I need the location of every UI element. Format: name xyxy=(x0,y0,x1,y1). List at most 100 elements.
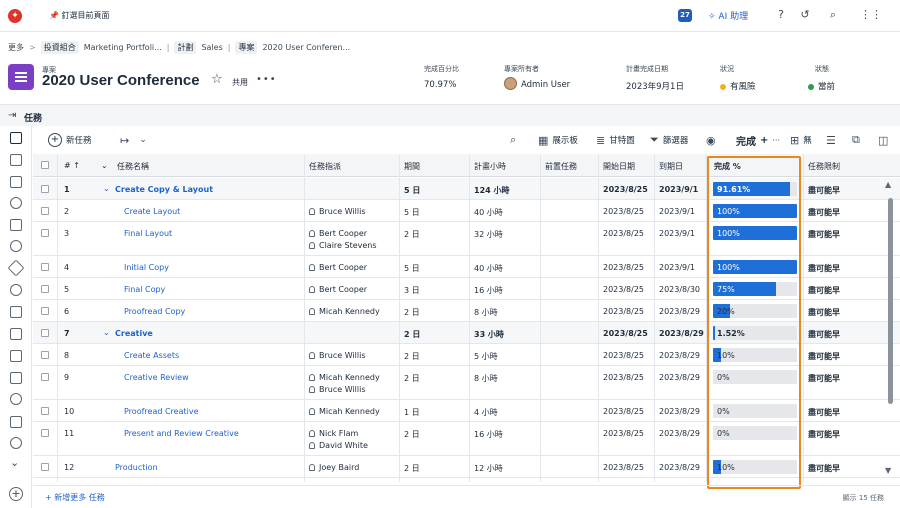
row-checkbox[interactable] xyxy=(41,329,49,337)
assignee[interactable]: Nick Flam xyxy=(309,429,358,438)
percent-complete-bar[interactable]: 0% xyxy=(713,370,797,384)
chevron-down-icon[interactable]: ⌄ xyxy=(10,456,19,469)
assignee[interactable]: Micah Kennedy xyxy=(309,407,380,416)
chevron-down-icon[interactable]: ⌄ xyxy=(101,161,108,170)
constraint-cell[interactable]: 盡可能早 xyxy=(808,429,840,440)
task-name-link[interactable]: Proofread Creative xyxy=(124,407,199,416)
complete-button[interactable]: 完成 + ··· xyxy=(736,131,780,149)
planned-hours-cell[interactable]: 5 小時 xyxy=(474,351,498,362)
assignee[interactable]: David White xyxy=(309,441,368,450)
due-date-cell[interactable]: 2023/8/29 xyxy=(659,463,700,472)
constraint-cell[interactable]: 盡可能早 xyxy=(808,329,840,340)
table-row[interactable]: 3 Final Layout Bert Cooper Claire Stevens 2 … xyxy=(33,222,900,256)
start-date-cell[interactable]: 2023/8/25 xyxy=(603,463,644,472)
constraint-cell[interactable]: 盡可能早 xyxy=(808,229,840,240)
grouping-button[interactable]: ⊞ 無 xyxy=(790,131,812,149)
table-row[interactable]: 2 Create Layout Bruce Willis 5 日 40 小時 2023/8… xyxy=(33,200,900,222)
table-row[interactable]: 5 Final Copy Bert Cooper 3 日 16 小時 2023/8/25 2… xyxy=(33,278,900,300)
duration-cell[interactable]: 2 日 xyxy=(404,429,420,440)
scrollbar-thumb[interactable] xyxy=(888,198,893,404)
task-name-link[interactable]: Proofread Copy xyxy=(124,307,185,316)
assignee[interactable]: Micah Kennedy xyxy=(309,307,380,316)
documents-nav-icon[interactable] xyxy=(10,219,22,231)
app-logo-icon[interactable]: ✦ xyxy=(8,9,22,23)
table-row[interactable]: 9 Creative Review Micah Kennedy Bruce Willi… xyxy=(33,366,900,400)
tasks-nav-icon[interactable] xyxy=(10,132,22,144)
start-date-cell[interactable]: 2023/8/25 xyxy=(603,329,648,338)
due-date-cell[interactable]: 2023/8/29 xyxy=(659,351,700,360)
add-more-tasks-link[interactable]: + 新增更多 任務 xyxy=(45,492,105,503)
duration-cell[interactable]: 2 日 xyxy=(404,351,420,362)
export-button[interactable]: ⧉ xyxy=(852,131,860,149)
visibility-button[interactable]: ◉ xyxy=(706,131,716,149)
more-options-icon[interactable]: ••• xyxy=(256,74,277,85)
panel-toggle-button[interactable]: ◫ xyxy=(878,131,888,149)
duration-cell[interactable]: 3 日 xyxy=(404,285,420,296)
task-name-link[interactable]: Create Layout xyxy=(124,207,180,216)
assignee[interactable]: Micah Kennedy xyxy=(309,373,380,382)
start-date-cell[interactable]: 2023/8/25 xyxy=(603,407,644,416)
table-row[interactable]: 11 Present and Review Creative Nick Flam Da… xyxy=(33,422,900,456)
help-icon[interactable]: ? xyxy=(774,8,788,22)
time-nav-icon[interactable] xyxy=(10,393,22,405)
constraint-cell[interactable]: 盡可能早 xyxy=(808,351,840,362)
issues-nav-icon[interactable] xyxy=(10,176,22,188)
table-row-parent[interactable]: 1 ⌄ Create Copy & Layout 5 日 124 小時 2023/8/25… xyxy=(33,178,900,200)
breadcrumb-link-project[interactable]: 2020 User Conferen... xyxy=(262,43,350,52)
due-date-cell[interactable]: 2023/8/29 xyxy=(659,373,700,382)
constraint-cell[interactable]: 盡可能早 xyxy=(808,463,840,474)
due-date-cell[interactable]: 2023/8/29 xyxy=(659,407,700,416)
column-num[interactable]: # ↑ xyxy=(64,161,80,170)
constraint-cell[interactable]: 盡可能早 xyxy=(808,407,840,418)
percent-complete-bar[interactable]: 0% xyxy=(713,404,797,418)
percent-complete-bar[interactable]: 100% xyxy=(713,204,797,218)
constraint-cell[interactable]: 盡可能早 xyxy=(808,373,840,384)
start-date-cell[interactable]: 2023/8/25 xyxy=(603,285,644,294)
percent-complete-bar[interactable]: 10% xyxy=(713,460,797,474)
task-name-link[interactable]: Creative Review xyxy=(124,373,189,382)
due-date-cell[interactable]: 2023/9/1 xyxy=(659,185,698,194)
reports-nav-icon[interactable] xyxy=(10,328,22,340)
row-checkbox[interactable] xyxy=(41,463,49,471)
assignee[interactable]: Bert Cooper xyxy=(309,229,367,238)
row-checkbox[interactable] xyxy=(41,263,49,271)
planned-hours-cell[interactable]: 124 小時 xyxy=(474,185,509,196)
gantt-button[interactable]: ≣ 甘特圖 xyxy=(596,131,635,149)
scroll-up-icon[interactable]: ▲ xyxy=(885,180,891,189)
planned-hours-cell[interactable]: 8 小時 xyxy=(474,307,498,318)
history-icon[interactable]: ↺ xyxy=(798,8,812,22)
percent-complete-bar[interactable]: 10% xyxy=(713,348,797,362)
people-nav-icon[interactable] xyxy=(10,437,22,449)
task-name-link[interactable]: Create Copy & Layout xyxy=(115,185,213,194)
assignee[interactable]: Bert Cooper xyxy=(309,285,367,294)
filter-button[interactable]: ⏷ 篩選器 xyxy=(650,131,688,149)
calendar-nav-icon[interactable] xyxy=(10,416,22,428)
planned-hours-cell[interactable]: 33 小時 xyxy=(474,329,504,340)
planned-hours-cell[interactable]: 12 小時 xyxy=(474,463,503,474)
row-checkbox[interactable] xyxy=(41,373,49,381)
notes-nav-icon[interactable] xyxy=(10,350,22,362)
duration-cell[interactable]: 5 日 xyxy=(404,263,420,274)
favorite-star-icon[interactable]: ☆ xyxy=(211,72,223,87)
share-button[interactable]: 共用 xyxy=(232,77,248,88)
planned-hours-cell[interactable]: 32 小時 xyxy=(474,229,503,240)
task-name-link[interactable]: Production xyxy=(115,463,158,472)
proofs-nav-icon[interactable] xyxy=(10,306,22,318)
duration-cell[interactable]: 2 日 xyxy=(404,373,420,384)
duration-cell[interactable]: 5 日 xyxy=(404,207,420,218)
due-date-cell[interactable]: 2023/8/30 xyxy=(659,285,700,294)
column-name[interactable]: 任務名稱 xyxy=(117,161,149,172)
risk-nav-icon[interactable] xyxy=(7,259,25,277)
assignee[interactable]: Joey Baird xyxy=(309,463,359,472)
page-title[interactable]: 2020 User Conference xyxy=(42,72,200,89)
start-date-cell[interactable]: 2023/8/25 xyxy=(603,429,644,438)
due-date-cell[interactable]: 2023/8/29 xyxy=(659,329,704,338)
task-name-link[interactable]: Creative xyxy=(115,329,153,338)
assignee[interactable]: Bruce Willis xyxy=(309,207,366,216)
task-name-link[interactable]: Final Layout xyxy=(124,229,172,238)
constraint-cell[interactable]: 盡可能早 xyxy=(808,307,840,318)
due-date-cell[interactable]: 2023/9/1 xyxy=(659,207,695,216)
row-checkbox[interactable] xyxy=(41,285,49,293)
duration-cell[interactable]: 1 日 xyxy=(404,407,420,418)
start-date-cell[interactable]: 2023/8/25 xyxy=(603,307,644,316)
